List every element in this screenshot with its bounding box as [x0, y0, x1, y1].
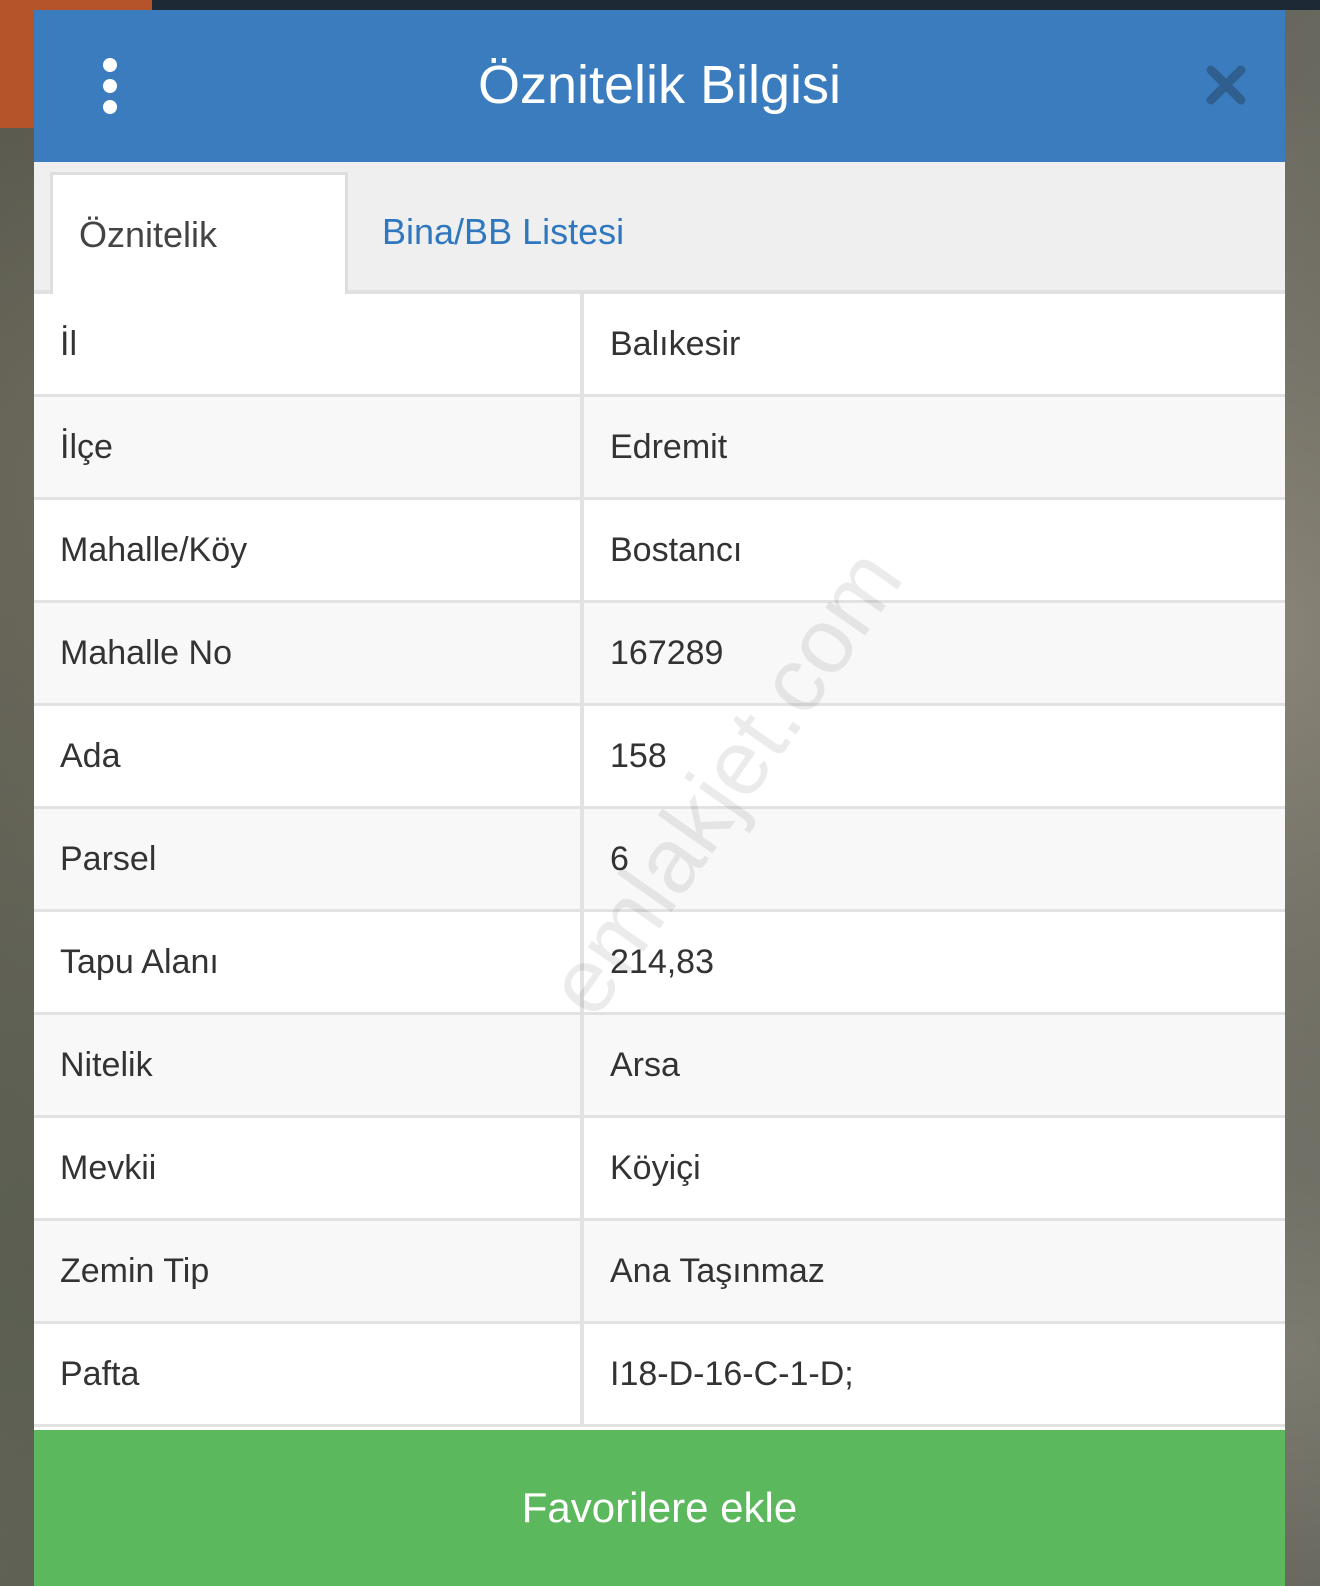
- table-row: Zemin Tip Ana Taşınmaz: [34, 1221, 1285, 1324]
- attribute-label: Mahalle No: [34, 603, 584, 703]
- attribute-value: 214,83: [610, 943, 714, 981]
- attribute-value: Köyiçi: [610, 1149, 701, 1187]
- attribute-label: İlçe: [34, 397, 584, 497]
- attribute-label: İl: [34, 294, 584, 394]
- tab-bar: Öznitelik Bilgisi Bina/BB Listesi: [34, 162, 1285, 375]
- table-row: Mahalle/Köy Bostancı: [34, 500, 1285, 603]
- attribute-value: Edremit: [610, 428, 728, 466]
- close-button[interactable]: [1201, 60, 1251, 110]
- attribute-value: 167289: [610, 634, 724, 672]
- attribute-table: İl Balıkesir İlçe Edremit Mahalle/Köy Bo…: [34, 294, 1285, 1427]
- table-row: Parsel 6: [34, 809, 1285, 912]
- table-row: Mevkii Köyiçi: [34, 1118, 1285, 1221]
- close-icon: [1206, 65, 1246, 105]
- attribute-value: Arsa: [610, 1046, 680, 1084]
- dialog-title: Öznitelik Bilgisi: [477, 55, 842, 115]
- attribute-label: Zemin Tip: [34, 1221, 584, 1321]
- tab-building-list[interactable]: Bina/BB Listesi: [356, 172, 650, 292]
- attribute-dialog: Öznitelik Bilgisi Öznitelik Bilgisi Bina…: [34, 10, 1285, 1586]
- table-row: İl Balıkesir: [34, 294, 1285, 397]
- attribute-label: Nitelik: [34, 1015, 584, 1115]
- add-to-favorites-button[interactable]: Favorilere ekle: [34, 1430, 1285, 1586]
- attribute-label: Pafta: [34, 1324, 584, 1424]
- attribute-label: Tapu Alanı: [34, 912, 584, 1012]
- table-row: Mahalle No 167289: [34, 603, 1285, 706]
- attribute-value: Bostancı: [610, 531, 743, 569]
- dialog-header: Öznitelik Bilgisi: [34, 10, 1285, 162]
- tab-attribute-info[interactable]: Öznitelik Bilgisi: [50, 172, 348, 375]
- table-row: Ada 158: [34, 706, 1285, 809]
- attribute-value: 158: [610, 737, 667, 775]
- attribute-label: Mevkii: [34, 1118, 584, 1218]
- table-row: Nitelik Arsa: [34, 1015, 1285, 1118]
- attribute-label: Ada: [34, 706, 584, 806]
- attribute-label: Parsel: [34, 809, 584, 909]
- table-row: Pafta I18-D-16-C-1-D;: [34, 1324, 1285, 1427]
- table-row: Tapu Alanı 214,83: [34, 912, 1285, 1015]
- attribute-value: Ana Taşınmaz: [610, 1252, 825, 1290]
- attribute-value: 6: [610, 840, 629, 878]
- attribute-value: Balıkesir: [610, 325, 741, 363]
- table-row: İlçe Edremit: [34, 397, 1285, 500]
- map-top-strip: [0, 0, 1320, 10]
- attribute-value: I18-D-16-C-1-D;: [610, 1355, 854, 1393]
- attribute-label: Mahalle/Köy: [34, 500, 584, 600]
